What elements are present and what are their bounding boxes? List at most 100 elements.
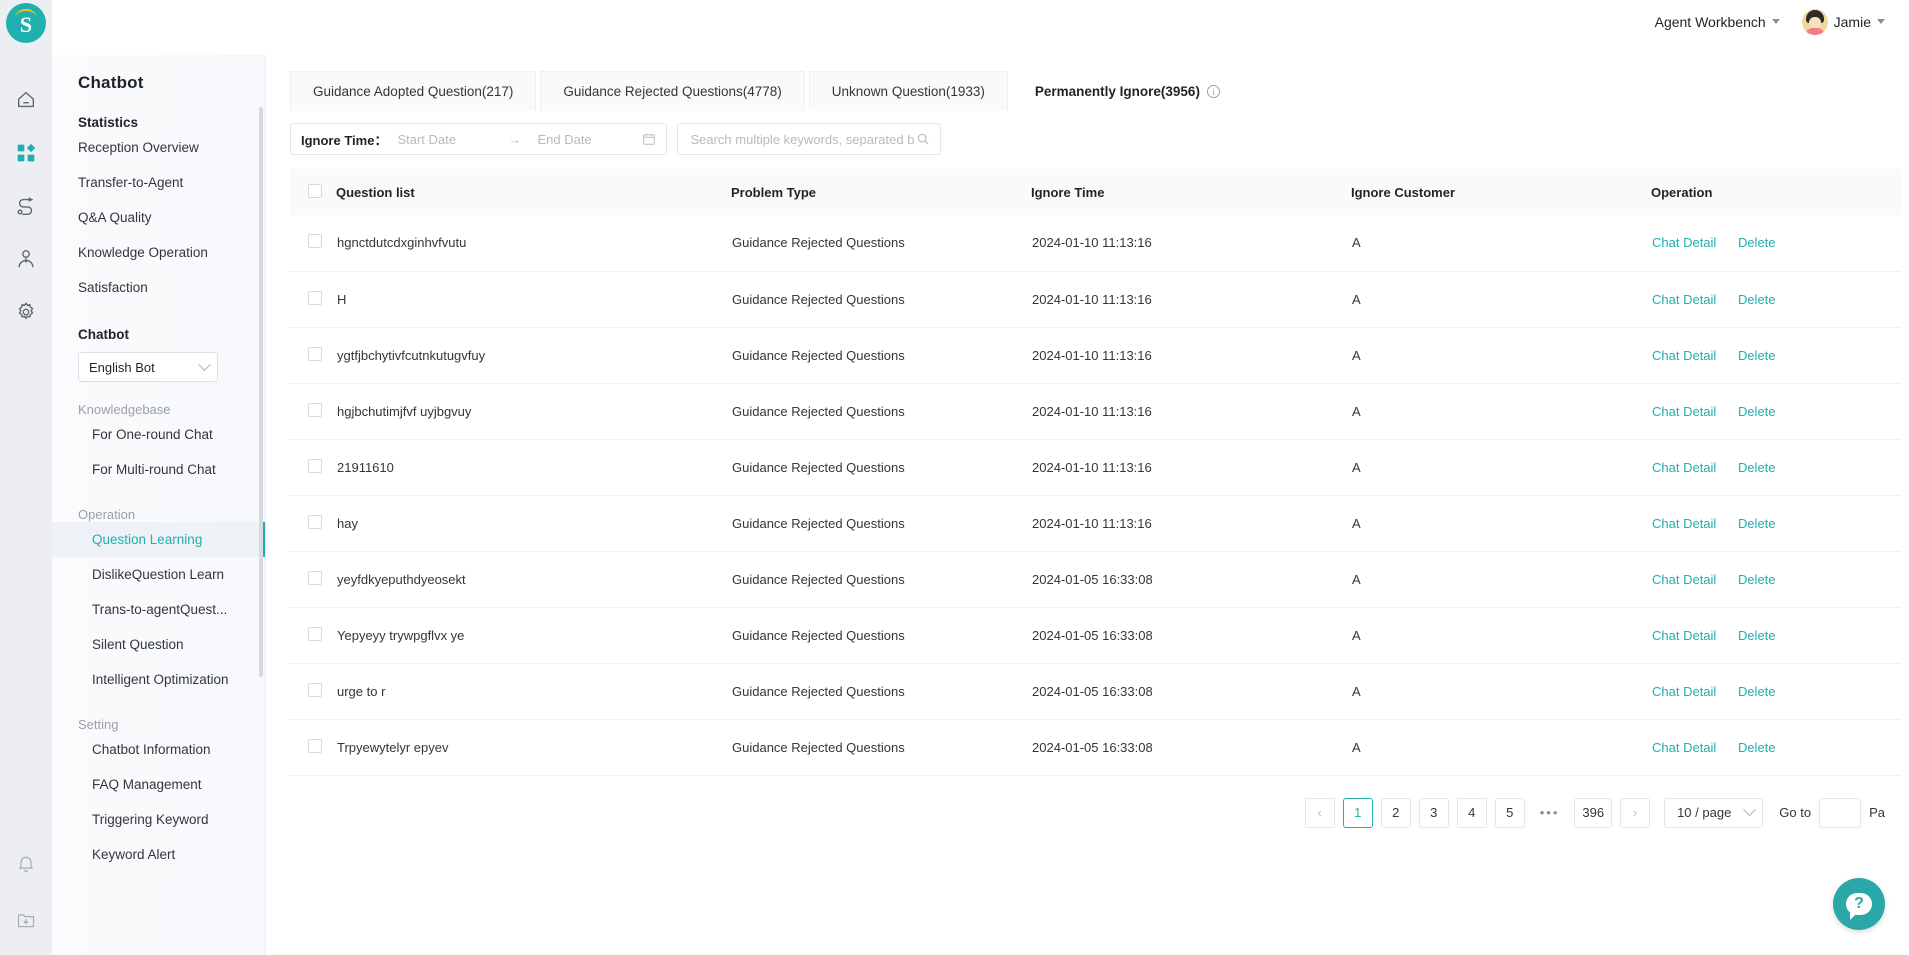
delete-link[interactable]: Delete (1738, 628, 1776, 643)
page-size-select[interactable]: 10 / page (1664, 797, 1764, 828)
ignore-time-label: Ignore Time： (301, 132, 388, 148)
table-header-row: Question list Problem Type Ignore Time I… (290, 169, 1901, 215)
start-date-input[interactable]: Start Date (397, 132, 502, 147)
chat-detail-link[interactable]: Chat Detail (1652, 460, 1716, 475)
cell-ignore-customer: A (1351, 551, 1651, 608)
row-checkbox[interactable] (308, 346, 322, 361)
cell-problem-type: Guidance Rejected Questions (731, 215, 1031, 272)
column-question-list: Question list (336, 169, 731, 215)
column-operation: Operation (1651, 169, 1901, 215)
tab-bar: Guidance Adopted Question(217) Guidance … (290, 55, 1885, 111)
tab-permanently-ignore[interactable]: Permanently Ignore(3956) i (1011, 71, 1243, 111)
delete-link[interactable]: Delete (1738, 572, 1776, 587)
chat-detail-link[interactable]: Chat Detail (1652, 404, 1716, 419)
cell-problem-type: Guidance Rejected Questions (731, 495, 1031, 552)
gear-icon[interactable] (13, 299, 39, 325)
pagination-page-5[interactable]: 5 (1494, 797, 1525, 828)
sidebar-item-for-one-round-chat[interactable]: For One-round Chat (52, 417, 265, 452)
app-logo[interactable]: S (6, 3, 46, 43)
pagination-next[interactable]: › (1620, 797, 1651, 828)
row-checkbox[interactable] (308, 402, 322, 417)
goto-page-input[interactable] (1819, 797, 1862, 828)
agent-user-icon[interactable] (13, 246, 39, 272)
tab-label: Guidance Rejected Questions(4778) (563, 84, 782, 99)
delete-link[interactable]: Delete (1738, 235, 1776, 250)
chat-detail-link[interactable]: Chat Detail (1652, 348, 1716, 363)
sidebar-item-silent-question[interactable]: Silent Question (52, 627, 265, 662)
sidebar-item-reception-overview[interactable]: Reception Overview (52, 130, 265, 165)
agent-workbench-menu[interactable]: Agent Workbench (1655, 14, 1780, 30)
pagination-last-page[interactable]: 396 (1574, 797, 1613, 828)
cell-operation: Chat Detail Delete (1651, 719, 1901, 776)
sidebar-item-for-multi-round-chat[interactable]: For Multi-round Chat (52, 452, 265, 487)
search-icon[interactable] (916, 132, 930, 146)
question-mark-icon: ? (1854, 895, 1864, 912)
bell-icon[interactable] (13, 851, 39, 877)
sidebar-item-triggering-keyword[interactable]: Triggering Keyword (52, 802, 265, 837)
row-checkbox[interactable] (308, 570, 322, 585)
info-icon[interactable]: i (1206, 85, 1220, 98)
tab-guidance-adopted-question[interactable]: Guidance Adopted Question(217) (290, 71, 537, 111)
row-checkbox[interactable] (308, 682, 322, 697)
end-date-input[interactable]: End Date (537, 132, 642, 147)
sidebar-item-knowledge-operation[interactable]: Knowledge Operation (52, 235, 265, 270)
delete-link[interactable]: Delete (1738, 404, 1776, 419)
goto-suffix-label: Pa (1869, 805, 1885, 820)
download-folder-icon[interactable] (13, 907, 39, 933)
sidebar-scrollbar[interactable] (259, 107, 263, 677)
row-checkbox[interactable] (308, 458, 322, 473)
delete-link[interactable]: Delete (1738, 740, 1776, 755)
chat-detail-link[interactable]: Chat Detail (1652, 516, 1716, 531)
sidebar-item-chatbot-information[interactable]: Chatbot Information (52, 732, 265, 767)
row-checkbox[interactable] (308, 290, 322, 305)
sidebar-item-question-learning[interactable]: Question Learning (52, 522, 265, 557)
cell-problem-type: Guidance Rejected Questions (731, 719, 1031, 776)
delete-link[interactable]: Delete (1738, 348, 1776, 363)
dashboard-icon[interactable] (13, 140, 39, 166)
row-checkbox[interactable] (308, 514, 322, 529)
chat-detail-link[interactable]: Chat Detail (1652, 572, 1716, 587)
home-icon[interactable] (13, 87, 39, 113)
pagination-page-2[interactable]: 2 (1380, 797, 1411, 828)
pagination-page-1[interactable]: 1 (1342, 797, 1373, 828)
chat-detail-link[interactable]: Chat Detail (1652, 740, 1716, 755)
row-checkbox[interactable] (308, 234, 322, 249)
delete-link[interactable]: Delete (1738, 292, 1776, 307)
tab-guidance-rejected-questions[interactable]: Guidance Rejected Questions(4778) (540, 71, 805, 111)
select-all-checkbox[interactable] (308, 183, 322, 198)
keyword-search-box[interactable] (677, 123, 942, 155)
tab-unknown-question[interactable]: Unknown Question(1933) (808, 71, 1008, 111)
ignore-time-range-picker[interactable]: Ignore Time： Start Date → End Date (290, 123, 668, 155)
user-menu[interactable]: Jamie (1801, 8, 1885, 35)
column-problem-type: Problem Type (731, 169, 1031, 215)
delete-link[interactable]: Delete (1738, 684, 1776, 699)
column-ignore-customer: Ignore Customer (1351, 169, 1651, 215)
bot-select[interactable]: English Bot (78, 352, 218, 382)
sidebar-item-dislikequestion-learn[interactable]: DislikeQuestion Learn (52, 557, 265, 592)
row-checkbox[interactable] (308, 626, 322, 641)
pagination-page-4[interactable]: 4 (1456, 797, 1487, 828)
sidebar-item-transfer-to-agent[interactable]: Transfer-to-Agent (52, 165, 265, 200)
sidebar-item-qa-quality[interactable]: Q&A Quality (52, 200, 265, 235)
sidebar-item-keyword-alert[interactable]: Keyword Alert (52, 837, 265, 872)
cell-operation: Chat Detail Delete (1651, 495, 1901, 552)
chat-detail-link[interactable]: Chat Detail (1652, 235, 1716, 250)
delete-link[interactable]: Delete (1738, 460, 1776, 475)
sidebar-item-satisfaction[interactable]: Satisfaction (52, 270, 265, 305)
pagination-prev[interactable]: ‹ (1304, 797, 1335, 828)
pagination-page-3[interactable]: 3 (1418, 797, 1449, 828)
search-input[interactable] (688, 130, 917, 148)
cell-operation: Chat Detail Delete (1651, 327, 1901, 384)
transfer-flow-icon[interactable] (13, 193, 39, 219)
chat-detail-link[interactable]: Chat Detail (1652, 684, 1716, 699)
delete-link[interactable]: Delete (1738, 516, 1776, 531)
help-chat-button[interactable]: ? (1833, 878, 1885, 930)
cell-ignore-time: 2024-01-10 11:13:16 (1031, 495, 1351, 552)
chat-detail-link[interactable]: Chat Detail (1652, 628, 1716, 643)
row-checkbox[interactable] (308, 738, 322, 753)
pagination-ellipsis[interactable]: ••• (1533, 798, 1567, 828)
chat-detail-link[interactable]: Chat Detail (1652, 292, 1716, 307)
sidebar-item-trans-to-agent-question[interactable]: Trans-to-agentQuest... (52, 592, 265, 627)
sidebar-item-intelligent-optimization[interactable]: Intelligent Optimization (52, 662, 265, 697)
sidebar-item-faq-management[interactable]: FAQ Management (52, 767, 265, 802)
